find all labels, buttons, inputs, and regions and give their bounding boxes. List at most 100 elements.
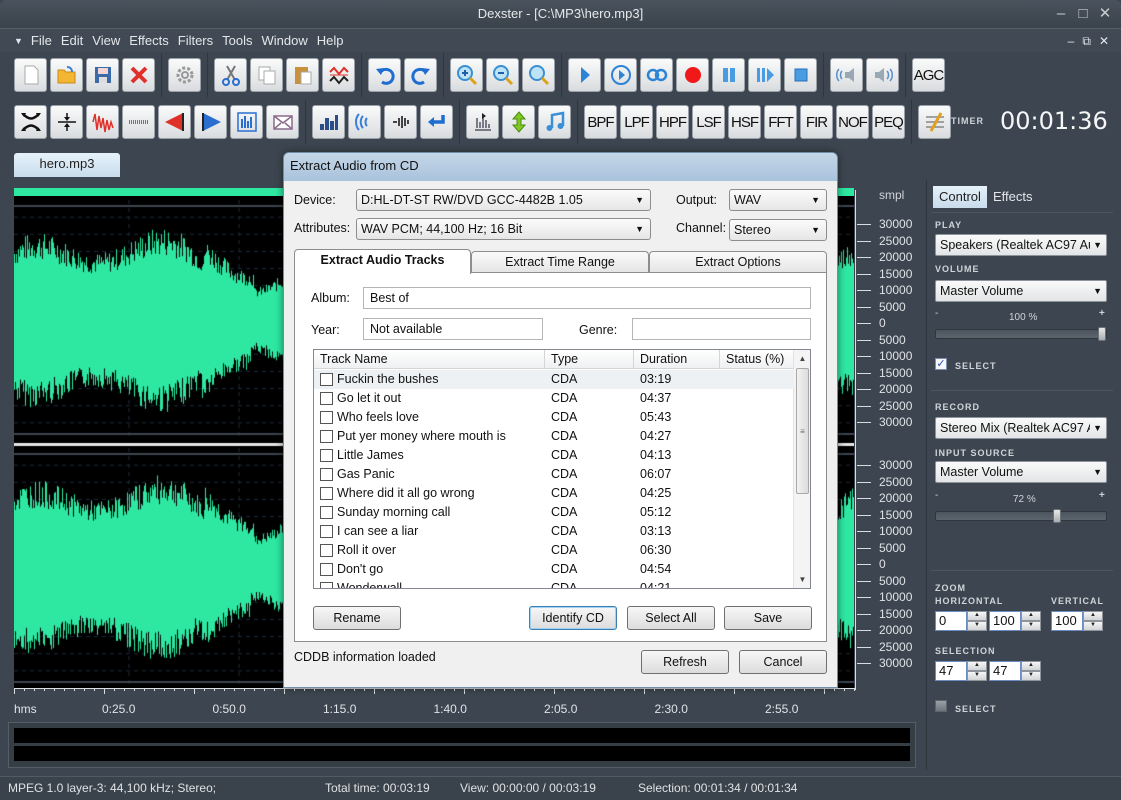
- zoom-h-end-value[interactable]: 100: [989, 611, 1021, 631]
- fade-in-button[interactable]: [158, 105, 191, 139]
- spin-down-icon[interactable]: ▼: [967, 621, 987, 631]
- album-input[interactable]: Best of: [363, 287, 811, 309]
- track-checkbox[interactable]: [320, 563, 333, 576]
- attributes-select[interactable]: WAV PCM; 44,100 Hz; 16 Bit ▼: [356, 218, 651, 240]
- track-row[interactable]: Who feels love CDA 05:43: [314, 408, 794, 427]
- track-checkbox[interactable]: [320, 506, 333, 519]
- slider-thumb[interactable]: [1098, 327, 1106, 341]
- lsf-button[interactable]: LSF: [692, 105, 725, 139]
- tab-effects[interactable]: Effects: [987, 186, 1039, 208]
- distortion-button[interactable]: [86, 105, 119, 139]
- spin-up-icon[interactable]: ▲: [1083, 611, 1103, 621]
- track-checkbox[interactable]: [320, 582, 333, 588]
- mdi-minimize-icon[interactable]: –: [1068, 34, 1075, 48]
- echo-button[interactable]: [348, 105, 381, 139]
- spin-up-icon[interactable]: ▲: [967, 661, 987, 671]
- column-header-type[interactable]: Type: [545, 350, 634, 369]
- spin-up-icon[interactable]: ▲: [967, 611, 987, 621]
- save-tracks-button[interactable]: Save: [724, 606, 812, 630]
- record-button[interactable]: [676, 58, 709, 92]
- play-device-select[interactable]: Speakers (Realtek AC97 Au ▼: [935, 234, 1107, 256]
- menu-window[interactable]: Window: [262, 33, 308, 48]
- edit-notes-button[interactable]: [918, 105, 951, 139]
- noise-button[interactable]: [384, 105, 417, 139]
- track-row[interactable]: Gas Panic CDA 06:07: [314, 465, 794, 484]
- copy-button[interactable]: [250, 58, 283, 92]
- zoom-h-start-value[interactable]: 0: [935, 611, 967, 631]
- column-header-status[interactable]: Status (%): [720, 350, 794, 369]
- bottom-select-checkbox[interactable]: [935, 700, 947, 712]
- zoom-in-button[interactable]: [450, 58, 483, 92]
- settings-button[interactable]: [168, 58, 201, 92]
- nof-button[interactable]: NOF: [836, 105, 869, 139]
- lpf-button[interactable]: LPF: [620, 105, 653, 139]
- track-row[interactable]: Roll it over CDA 06:30: [314, 541, 794, 560]
- menu-file[interactable]: File: [31, 33, 52, 48]
- menu-view[interactable]: View: [92, 33, 120, 48]
- track-checkbox[interactable]: [320, 411, 333, 424]
- new-file-button[interactable]: [14, 58, 47, 92]
- track-list-scrollbar[interactable]: ▲ ≡ ▼: [793, 350, 810, 588]
- track-row[interactable]: Little James CDA 04:13: [314, 446, 794, 465]
- tab-extract-audio-tracks[interactable]: Extract Audio Tracks: [294, 249, 471, 274]
- pause-button[interactable]: [712, 58, 745, 92]
- spin-down-icon[interactable]: ▼: [1083, 621, 1103, 631]
- rename-button[interactable]: Rename: [313, 606, 401, 630]
- fade-out-button[interactable]: [194, 105, 227, 139]
- zoom-out-button[interactable]: [486, 58, 519, 92]
- column-header-duration[interactable]: Duration: [634, 350, 720, 369]
- menu-help[interactable]: Help: [317, 33, 344, 48]
- compress-button[interactable]: [50, 105, 83, 139]
- track-row[interactable]: Where did it all go wrong CDA 04:25: [314, 484, 794, 503]
- silence-button[interactable]: [122, 105, 155, 139]
- spin-down-icon[interactable]: ▼: [1021, 671, 1041, 681]
- spin-up-icon[interactable]: ▲: [1021, 611, 1041, 621]
- genre-input[interactable]: [632, 318, 811, 340]
- zoom-h-end-spinner[interactable]: 100 ▲ ▼: [989, 611, 1041, 631]
- zoom-fit-button[interactable]: [522, 58, 555, 92]
- menu-effects[interactable]: Effects: [129, 33, 169, 48]
- input-level-slider[interactable]: [935, 509, 1107, 523]
- play-selection-button[interactable]: [748, 58, 781, 92]
- mdi-close-icon[interactable]: ✕: [1099, 34, 1109, 48]
- play-button[interactable]: [568, 58, 601, 92]
- column-header-track-name[interactable]: Track Name: [314, 350, 545, 369]
- redo-button[interactable]: [404, 58, 437, 92]
- track-checkbox[interactable]: [320, 449, 333, 462]
- selection-end-spinner[interactable]: 47 ▲ ▼: [989, 661, 1041, 681]
- stop-button[interactable]: [784, 58, 817, 92]
- select-all-button[interactable]: Select All: [627, 606, 715, 630]
- track-checkbox[interactable]: [320, 487, 333, 500]
- spin-down-icon[interactable]: ▼: [1021, 621, 1041, 631]
- track-row[interactable]: Sunday morning call CDA 05:12: [314, 503, 794, 522]
- save-button[interactable]: [86, 58, 119, 92]
- fft-button[interactable]: FFT: [764, 105, 797, 139]
- slider-thumb[interactable]: [1052, 509, 1061, 523]
- zoom-v-spinner[interactable]: 100 ▲ ▼: [1051, 611, 1103, 631]
- menu-edit[interactable]: Edit: [61, 33, 83, 48]
- tempo-button[interactable]: [502, 105, 535, 139]
- track-row[interactable]: Fuckin the bushes CDA 03:19: [314, 370, 794, 389]
- track-checkbox[interactable]: [320, 392, 333, 405]
- track-row[interactable]: Don't go CDA 04:54: [314, 560, 794, 579]
- volume-down-button[interactable]: [830, 58, 863, 92]
- file-tab-hero[interactable]: hero.mp3: [14, 153, 120, 177]
- refresh-button[interactable]: Refresh: [641, 650, 729, 674]
- equalizer-button[interactable]: [230, 105, 263, 139]
- play-looped-button[interactable]: [604, 58, 637, 92]
- system-menu-icon[interactable]: ▼: [14, 36, 23, 46]
- device-select[interactable]: D:HL-DT-ST RW/DVD GCC-4482B 1.05 ▼: [356, 189, 651, 211]
- track-row[interactable]: Go let it out CDA 04:37: [314, 389, 794, 408]
- track-checkbox[interactable]: [320, 544, 333, 557]
- open-file-button[interactable]: [50, 58, 83, 92]
- fir-button[interactable]: FIR: [800, 105, 833, 139]
- hpf-button[interactable]: HPF: [656, 105, 689, 139]
- music-note-button[interactable]: [538, 105, 571, 139]
- expand-button[interactable]: [14, 105, 47, 139]
- channel-select[interactable]: Stereo ▼: [729, 219, 827, 241]
- selection-start-value[interactable]: 47: [935, 661, 967, 681]
- pitch-button[interactable]: [466, 105, 499, 139]
- scroll-up-icon[interactable]: ▲: [794, 350, 810, 367]
- cut-button[interactable]: [214, 58, 247, 92]
- track-checkbox[interactable]: [320, 430, 333, 443]
